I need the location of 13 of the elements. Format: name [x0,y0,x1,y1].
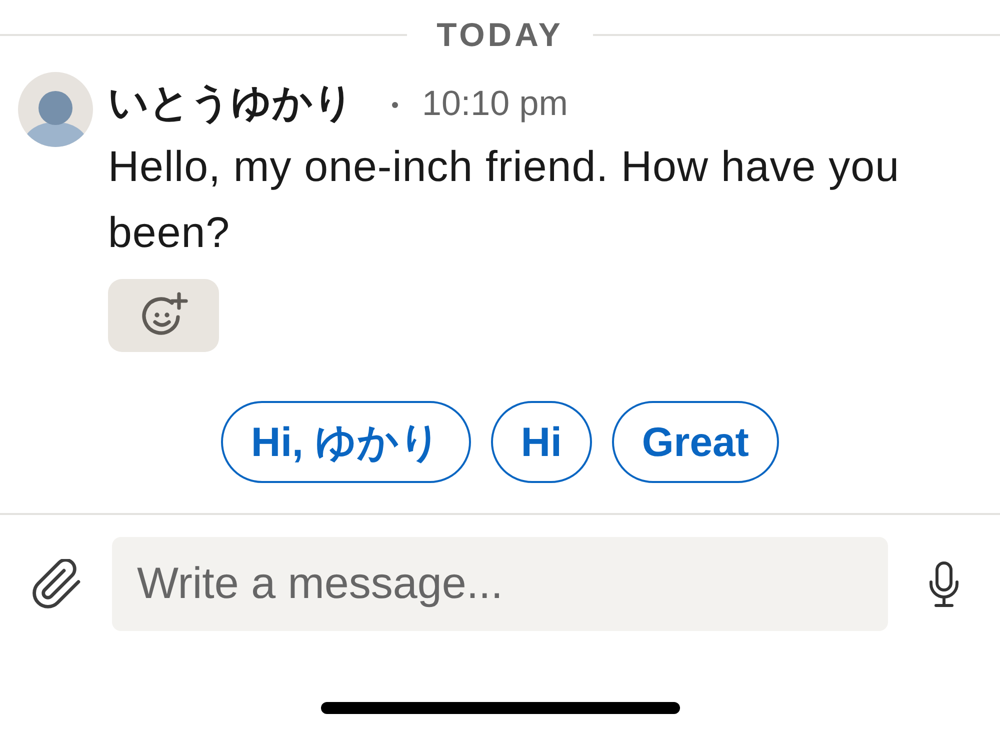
paperclip-icon[interactable] [32,559,82,609]
date-divider-label: TODAY [436,15,564,55]
message-input-field[interactable]: Write a message... [112,537,888,631]
sender-name: いとうゆかり [108,83,354,123]
add-reaction-button[interactable] [108,279,219,352]
avatar-icon [18,72,93,147]
message-time: 10:10 pm [422,86,568,120]
quick-reply-button[interactable]: Great [612,401,779,483]
quick-reply-button[interactable]: Hi, ゆかり [221,401,471,483]
message-text: Hello, my one-inch friend. How have you been? [108,142,900,259]
quick-reply-button[interactable]: Hi [490,401,592,483]
separator-dot-icon [392,102,398,108]
microphone-icon[interactable] [928,560,960,608]
